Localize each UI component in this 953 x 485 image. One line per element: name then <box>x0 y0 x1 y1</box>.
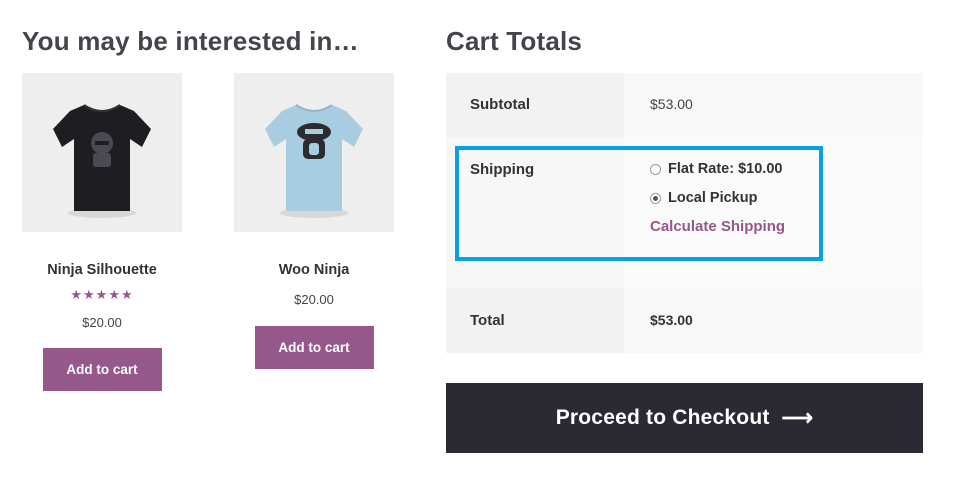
subtotal-value: $53.00 <box>624 73 923 137</box>
shipping-option-local-pickup[interactable]: Local Pickup <box>650 190 923 206</box>
total-row: Total $53.00 <box>446 288 923 353</box>
calculate-shipping-link[interactable]: Calculate Shipping <box>650 218 923 235</box>
checkout-label: Proceed to Checkout <box>555 406 770 429</box>
related-products-heading: You may be interested in… <box>22 26 359 56</box>
product-name[interactable]: Ninja Silhouette <box>22 262 182 278</box>
product-name[interactable]: Woo Ninja <box>234 262 394 278</box>
proceed-to-checkout-button[interactable]: Proceed to Checkout ⟶ <box>446 383 923 453</box>
shipping-option-flat-rate[interactable]: Flat Rate: $10.00 <box>650 161 923 177</box>
product-price: $20.00 <box>82 315 122 330</box>
product-card-ninja-silhouette: Ninja Silhouette ★★★★★ $20.00 Add to car… <box>22 73 182 391</box>
subtotal-row: Subtotal $53.00 <box>446 73 923 137</box>
shipping-options: Flat Rate: $10.00 Local Pickup Calculate… <box>624 137 923 288</box>
cart-totals-table: Subtotal $53.00 Shipping Flat Rate: $10.… <box>446 73 923 353</box>
local-pickup-label[interactable]: Local Pickup <box>668 190 757 206</box>
cart-totals-heading: Cart Totals <box>446 26 583 56</box>
arrow-right-icon: ⟶ <box>781 405 814 430</box>
flat-rate-radio[interactable] <box>650 163 661 175</box>
add-to-cart-button[interactable]: Add to cart <box>254 326 374 369</box>
total-value: $53.00 <box>624 288 923 353</box>
flat-rate-label[interactable]: Flat Rate: $10.00 <box>668 161 782 177</box>
product-image-link[interactable] <box>22 73 182 232</box>
product-image-link[interactable] <box>234 73 394 232</box>
star-rating: ★★★★★ <box>70 287 134 302</box>
shipping-label: Shipping <box>446 137 624 288</box>
subtotal-label: Subtotal <box>446 73 624 137</box>
shipping-row: Shipping Flat Rate: $10.00 Local Pickup … <box>446 137 923 288</box>
add-to-cart-button[interactable]: Add to cart <box>42 348 162 391</box>
local-pickup-radio[interactable] <box>650 192 661 204</box>
product-card-woo-ninja: Woo Ninja $20.00 Add to cart <box>234 73 394 369</box>
light-blue-tshirt-image <box>265 104 363 218</box>
total-label: Total <box>446 288 624 353</box>
black-tshirt-image <box>53 104 151 218</box>
product-price: $20.00 <box>294 292 334 307</box>
